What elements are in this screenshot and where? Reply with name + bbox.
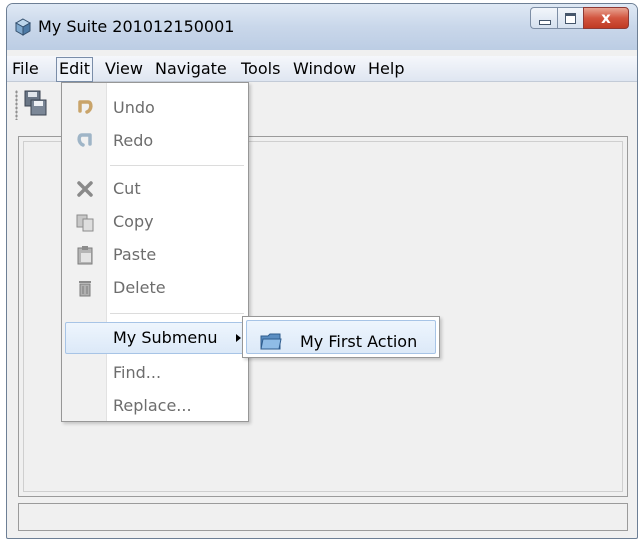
delete-icon bbox=[79, 281, 91, 297]
caption-buttons: x bbox=[530, 7, 629, 29]
close-icon: x bbox=[601, 9, 611, 27]
window-title: My Suite 201012150001 bbox=[38, 17, 235, 36]
minimize-button[interactable] bbox=[530, 7, 557, 29]
find-label: Find... bbox=[113, 363, 162, 382]
save-all-icon[interactable] bbox=[24, 90, 48, 118]
maximize-button[interactable] bbox=[557, 7, 583, 29]
menu-help[interactable]: Help bbox=[366, 58, 406, 80]
my-submenu-popup: My First Action bbox=[242, 316, 440, 358]
replace-label: Replace... bbox=[113, 396, 192, 415]
folder-icon bbox=[260, 333, 282, 350]
menu-separator bbox=[110, 313, 244, 314]
menu-item-cut[interactable]: Cut bbox=[62, 174, 248, 204]
my-first-action-label: My First Action bbox=[300, 332, 418, 351]
toolbar-grip-icon[interactable] bbox=[15, 90, 18, 120]
redo-icon bbox=[77, 133, 92, 147]
menu-item-delete[interactable]: Delete bbox=[62, 273, 248, 303]
menu-separator bbox=[110, 165, 244, 166]
edit-menu-dropdown: Undo Redo Cut Copy Paste Delete My Subme… bbox=[61, 82, 249, 422]
menu-item-undo[interactable]: Undo bbox=[62, 93, 248, 123]
menu-navigate[interactable]: Navigate bbox=[153, 58, 229, 80]
menu-item-my-first-action[interactable]: My First Action bbox=[246, 320, 436, 354]
menu-file[interactable]: File bbox=[10, 58, 41, 80]
menu-tools[interactable]: Tools bbox=[239, 58, 282, 80]
copy-icon bbox=[76, 214, 94, 232]
cut-icon bbox=[77, 181, 93, 197]
menu-item-my-submenu[interactable]: My Submenu bbox=[65, 322, 245, 354]
app-window: My Suite 201012150001 x File Edit View N… bbox=[6, 3, 638, 539]
menu-window[interactable]: Window bbox=[291, 58, 358, 80]
paste-icon bbox=[77, 246, 93, 265]
status-bar bbox=[18, 503, 628, 531]
menu-item-copy[interactable]: Copy bbox=[62, 207, 248, 237]
menu-item-paste[interactable]: Paste bbox=[62, 240, 248, 270]
redo-label: Redo bbox=[113, 131, 154, 150]
close-button[interactable]: x bbox=[583, 7, 629, 29]
undo-label: Undo bbox=[113, 98, 155, 117]
submenu-arrow-icon bbox=[236, 334, 241, 342]
delete-label: Delete bbox=[113, 278, 166, 297]
app-cube-icon bbox=[14, 18, 32, 36]
menu-bar: File Edit View Navigate Tools Window Hel… bbox=[7, 56, 637, 82]
cut-label: Cut bbox=[113, 179, 141, 198]
menu-view[interactable]: View bbox=[103, 58, 145, 80]
undo-icon bbox=[78, 100, 93, 114]
menu-item-redo[interactable]: Redo bbox=[62, 126, 248, 156]
copy-label: Copy bbox=[113, 212, 154, 231]
menu-item-find[interactable]: Find... bbox=[62, 358, 248, 388]
my-submenu-label: My Submenu bbox=[113, 328, 218, 347]
paste-label: Paste bbox=[113, 245, 157, 264]
menu-item-replace[interactable]: Replace... bbox=[62, 391, 248, 421]
title-bar[interactable]: My Suite 201012150001 x bbox=[7, 4, 637, 50]
menu-edit[interactable]: Edit bbox=[56, 57, 93, 82]
